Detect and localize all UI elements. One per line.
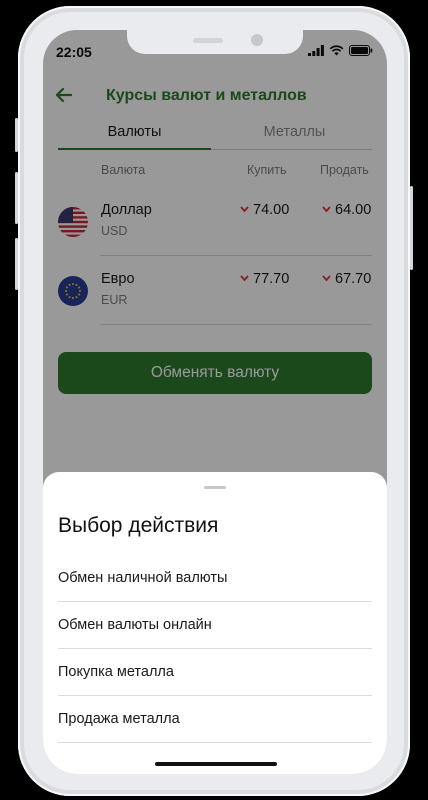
sheet-item-label: Обмен наличной валюты bbox=[58, 570, 228, 586]
action-sheet: Выбор действия Обмен наличной валюты Обм… bbox=[43, 472, 387, 774]
mute-switch bbox=[15, 118, 18, 152]
home-indicator[interactable] bbox=[155, 762, 277, 766]
notch bbox=[127, 30, 303, 54]
sheet-title: Выбор действия bbox=[58, 514, 219, 537]
sheet-item-cash-exchange[interactable]: Обмен наличной валюты bbox=[58, 555, 372, 602]
sheet-item-label: Покупка металла bbox=[58, 664, 174, 680]
sheet-item-online-exchange[interactable]: Обмен валюты онлайн bbox=[58, 602, 372, 649]
sheet-item-sell-metal[interactable]: Продажа металла bbox=[58, 696, 372, 743]
sheet-item-label: Обмен валюты онлайн bbox=[58, 617, 212, 633]
power-button bbox=[410, 186, 413, 270]
sheet-item-buy-metal[interactable]: Покупка металла bbox=[58, 649, 372, 696]
volume-up-button bbox=[15, 172, 18, 224]
sheet-grabber[interactable] bbox=[204, 486, 226, 489]
volume-down-button bbox=[15, 238, 18, 290]
screen: 22:05 Курсы валют и металлов Валюты Мета… bbox=[43, 30, 387, 774]
speaker-grille bbox=[193, 38, 223, 43]
sheet-item-label: Продажа металла bbox=[58, 711, 180, 727]
front-camera bbox=[251, 34, 263, 46]
